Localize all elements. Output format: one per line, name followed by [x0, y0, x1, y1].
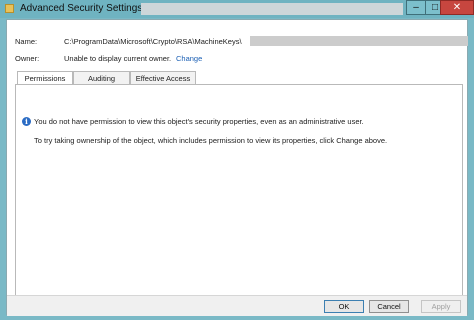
- title-redacted-block: [141, 3, 403, 15]
- tab-auditing[interactable]: Auditing: [73, 71, 130, 84]
- dialog-client-area: Name: C:\ProgramData\Microsoft\Crypto\RS…: [6, 19, 468, 316]
- window-title: Advanced Security Settings for: [20, 3, 157, 14]
- change-owner-link[interactable]: Change: [176, 54, 202, 63]
- path-redacted-block: [250, 36, 468, 46]
- button-bar: OK Cancel Apply: [7, 295, 467, 316]
- tab-permissions[interactable]: Permissions: [17, 71, 73, 85]
- name-label: Name:: [15, 37, 38, 46]
- owner-label: Owner:: [15, 54, 40, 63]
- minimize-button[interactable]: –: [406, 0, 426, 15]
- apply-button[interactable]: Apply: [421, 300, 461, 313]
- permissions-tab-panel: i You do not have permission to view thi…: [15, 84, 463, 306]
- folder-icon: [5, 4, 14, 13]
- owner-value: Unable to display current owner.: [64, 54, 172, 63]
- cancel-button[interactable]: Cancel: [369, 300, 409, 313]
- ok-button[interactable]: OK: [324, 300, 364, 313]
- no-permission-message: You do not have permission to view this …: [34, 117, 364, 126]
- title-bar[interactable]: Advanced Security Settings for – □ ✕: [0, 0, 474, 18]
- info-icon: i: [22, 117, 31, 126]
- name-value: C:\ProgramData\Microsoft\Crypto\RSA\Mach…: [64, 37, 242, 46]
- advanced-security-settings-window: Advanced Security Settings for – □ ✕ Nam…: [0, 0, 474, 320]
- close-button[interactable]: ✕: [440, 0, 474, 15]
- tab-effective-access[interactable]: Effective Access: [130, 71, 196, 84]
- take-ownership-message: To try taking ownership of the object, w…: [34, 136, 388, 145]
